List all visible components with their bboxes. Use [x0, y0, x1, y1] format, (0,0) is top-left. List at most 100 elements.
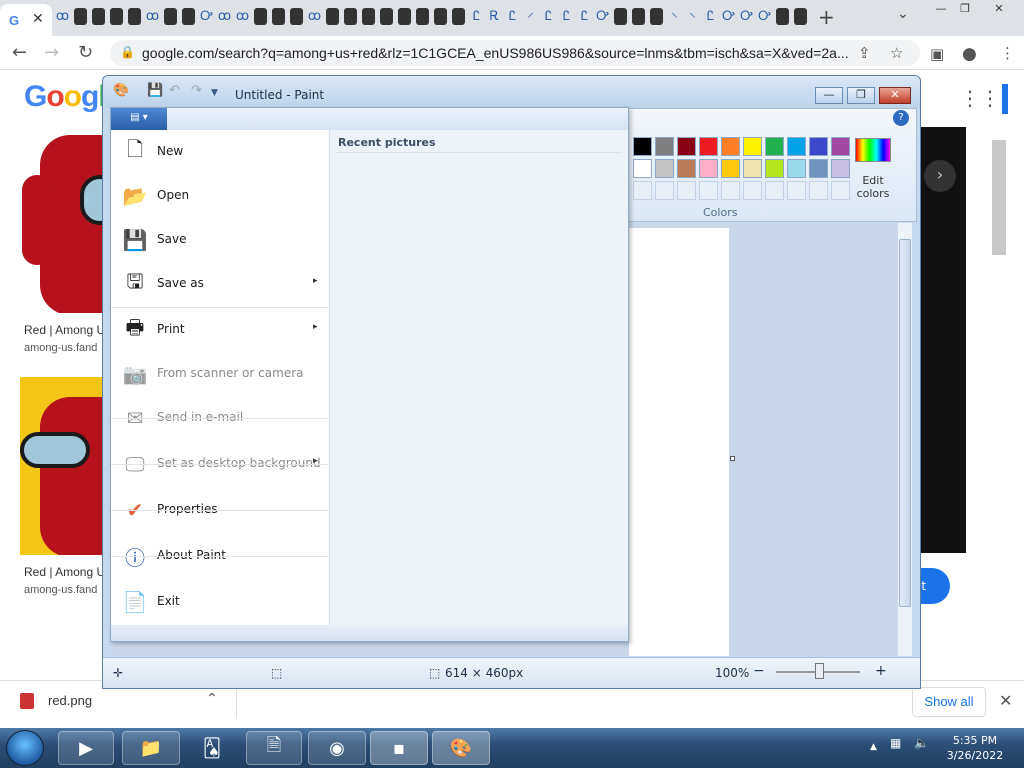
browser-tab-icon[interactable]	[650, 8, 663, 25]
color-swatch[interactable]	[633, 137, 652, 156]
browser-tab-icon[interactable]: Ꮭ	[578, 8, 591, 25]
file-explorer-icon[interactable]: 📁	[122, 731, 180, 765]
color-swatch[interactable]	[765, 137, 784, 156]
color-swatch[interactable]	[677, 137, 696, 156]
volume-icon[interactable]: 🔈	[914, 736, 929, 750]
browser-tab-icon[interactable]	[776, 8, 789, 25]
paint-app-icon[interactable]: 🎨	[113, 83, 129, 98]
result-title-1[interactable]: Red | Among U	[24, 323, 105, 337]
custom-color-slot[interactable]	[633, 181, 652, 200]
browser-tab-icon[interactable]: ꝏ	[308, 8, 321, 25]
result-source-2[interactable]: among-us.fand	[24, 584, 97, 596]
browser-tab-icon[interactable]: Ꭱ	[488, 8, 501, 25]
custom-color-slot[interactable]	[655, 181, 674, 200]
network-icon[interactable]: ▦	[890, 736, 901, 750]
edit-colors-button[interactable]: Edit colors	[851, 174, 895, 200]
file-menu-item-new[interactable]: 🗋 New	[111, 130, 328, 174]
restore-button[interactable]: ❐	[950, 0, 980, 18]
paint-minimize-button[interactable]: —	[815, 87, 843, 104]
result-image-1[interactable]	[20, 135, 110, 313]
sidebar-icon[interactable]: ▣	[930, 45, 944, 63]
color-swatch[interactable]	[633, 159, 652, 178]
browser-tab-icon[interactable]	[326, 8, 339, 25]
customize-qa-chevron-icon[interactable]: ▼	[211, 88, 218, 98]
browser-tab-icon[interactable]: Ꮭ	[560, 8, 573, 25]
canvas-resize-handle[interactable]	[730, 456, 735, 461]
browser-tab-icon[interactable]	[434, 8, 447, 25]
color-swatch[interactable]	[743, 159, 762, 178]
result-image-2[interactable]	[20, 377, 110, 555]
color-swatch[interactable]	[743, 137, 762, 156]
color-swatch[interactable]	[787, 137, 806, 156]
browser-tab-icon[interactable]: Ꭴ	[740, 8, 753, 25]
browser-tab-icon[interactable]: Ꭴ	[722, 8, 735, 25]
browser-tab-icon[interactable]	[74, 8, 87, 25]
custom-color-slot[interactable]	[699, 181, 718, 200]
color-swatch[interactable]	[809, 159, 828, 178]
color-swatch[interactable]	[831, 137, 850, 156]
undo-icon[interactable]: ↶	[169, 83, 180, 98]
color-swatch[interactable]	[699, 137, 718, 156]
paint-maximize-button[interactable]: ❐	[847, 87, 875, 104]
file-menu-item-print[interactable]: 🖶 Print ▸	[111, 308, 328, 352]
redo-icon[interactable]: ↷	[191, 83, 202, 98]
browser-tab-icon[interactable]	[380, 8, 393, 25]
color-swatch[interactable]	[831, 159, 850, 178]
browser-tab-icon[interactable]	[290, 8, 303, 25]
zoom-in-button[interactable]: +	[875, 663, 887, 679]
close-tab-button[interactable]: ✕	[32, 11, 44, 27]
canvas-vertical-scrollbar[interactable]	[898, 223, 912, 656]
quick-save-icon[interactable]: 💾	[147, 83, 163, 98]
cmd-icon[interactable]: ▪	[370, 731, 428, 765]
browser-tab-icon[interactable]: ꝏ	[56, 8, 69, 25]
zoom-out-button[interactable]: −	[753, 663, 765, 679]
browser-tab-icon[interactable]: Ꮭ	[542, 8, 555, 25]
canvas-scrollbar-thumb[interactable]	[899, 239, 911, 607]
browser-tab-icon[interactable]	[272, 8, 285, 25]
address-bar[interactable]: 🔒 google.com/search?q=among+us+red&rlz=1…	[110, 40, 920, 66]
drawing-canvas[interactable]	[629, 228, 729, 656]
start-button[interactable]	[6, 730, 44, 766]
file-menu-item-save-as[interactable]: 🖫 Save as ▸	[111, 262, 328, 306]
browser-tab-icon[interactable]: ⸍	[524, 8, 537, 26]
color-swatch[interactable]	[699, 159, 718, 178]
show-all-button[interactable]: Show all	[912, 687, 986, 717]
show-hidden-icons-button[interactable]: ▲	[870, 742, 877, 752]
color-swatch[interactable]	[655, 137, 674, 156]
browser-tab-icon[interactable]	[110, 8, 123, 25]
paint-icon[interactable]: 🎨	[432, 731, 490, 765]
paint-titlebar[interactable]: 🎨 💾 ↶ ↷ ▼ Untitled - Paint — ❐ ✕	[103, 76, 920, 108]
browser-tab-icon[interactable]: Ꮭ	[470, 8, 483, 25]
profile-icon[interactable]: ●	[962, 44, 977, 64]
color-swatch[interactable]	[787, 159, 806, 178]
lock-icon[interactable]: 🔒	[120, 45, 135, 59]
browser-tab-icon[interactable]	[254, 8, 267, 25]
browser-tab-icon[interactable]: Ꮭ	[704, 8, 717, 25]
browser-tab-icon[interactable]	[182, 8, 195, 25]
browser-tab-icon[interactable]	[362, 8, 375, 25]
browser-tab-icon[interactable]: ꝏ	[146, 8, 159, 25]
solitaire-icon[interactable]: 🂡	[184, 731, 240, 765]
close-window-button[interactable]: ✕	[984, 0, 1014, 18]
browser-tab-icon[interactable]	[398, 8, 411, 25]
browser-tab-icon[interactable]: ꝏ	[218, 8, 231, 25]
download-file-name[interactable]: red.png	[48, 693, 92, 708]
reload-button[interactable]: ↻	[78, 42, 93, 63]
custom-color-slot[interactable]	[787, 181, 806, 200]
star-icon[interactable]: ☆	[890, 44, 903, 62]
browser-tab-icon[interactable]: ⸌	[668, 8, 681, 26]
browser-tab-icon[interactable]: Ꮭ	[506, 8, 519, 25]
custom-color-slot[interactable]	[677, 181, 696, 200]
media-player-icon[interactable]: ▶	[58, 731, 114, 765]
custom-color-slot[interactable]	[765, 181, 784, 200]
new-tab-button[interactable]: +	[818, 5, 835, 29]
result-title-2[interactable]: Red | Among U	[24, 565, 105, 579]
custom-color-slot[interactable]	[743, 181, 762, 200]
file-menu-button[interactable]: ▤ ▾	[111, 108, 167, 130]
browser-tab-icon[interactable]: Ꭴ	[596, 8, 609, 25]
custom-color-slot[interactable]	[809, 181, 828, 200]
download-options-chevron-icon[interactable]: ⌃	[206, 691, 218, 707]
result-source-1[interactable]: among-us.fand	[24, 342, 97, 354]
browser-tab-icon[interactable]: Ꭴ	[758, 8, 771, 25]
color-swatch[interactable]	[721, 137, 740, 156]
